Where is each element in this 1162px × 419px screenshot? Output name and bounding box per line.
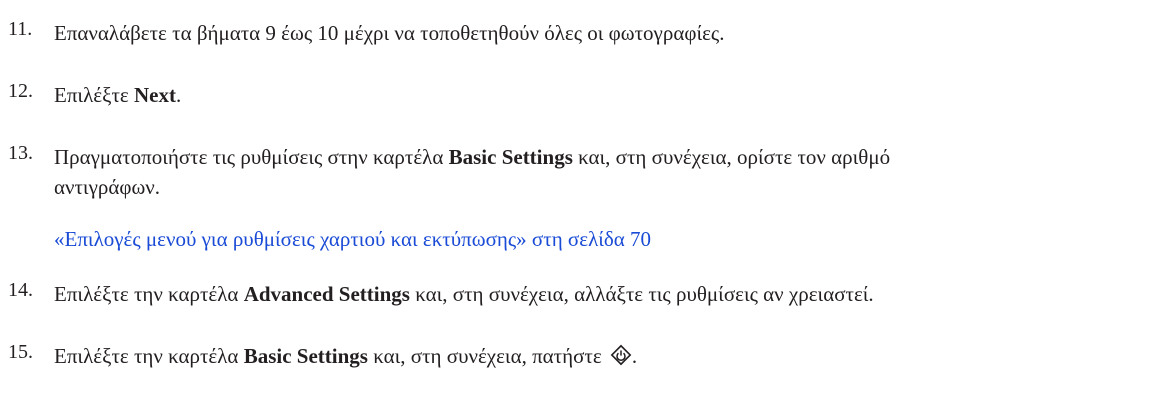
step-text-pre: Επιλέξτε την καρτέλα (54, 282, 244, 306)
step-text: Πραγματοποιήστε τις ρυθμίσεις στην καρτέ… (54, 142, 1160, 172)
step-text: Επαναλάβετε τα βήματα 9 έως 10 μέχρι να … (54, 21, 725, 45)
ui-term: Basic Settings (243, 344, 368, 368)
step-number: 15. (8, 341, 33, 363)
ui-term: Basic Settings (448, 145, 573, 169)
step-text-post: . (175, 83, 182, 107)
step-number: 11. (8, 18, 33, 40)
step-text-post: και, στη συνέχεια, αλλάξτε τις ρυθμίσεις… (409, 282, 874, 306)
step-text-post: και, στη συνέχεια, ορίστε τον αριθμό (572, 145, 891, 169)
step-text-line2: αντιγράφων. (54, 175, 161, 199)
cross-reference-link[interactable]: «Επιλογές μενού για ρυθμίσεις χαρτιού κα… (54, 224, 651, 254)
step-number: 14. (8, 279, 33, 301)
step-text: Επιλέξτε Next. (54, 80, 1160, 110)
ui-term: Advanced Settings (243, 282, 410, 306)
step-text: Επιλέξτε την καρτέλα Advanced Settings κ… (54, 279, 1160, 309)
step-text-post: και, στη συνέχεια, πατήστε (367, 344, 607, 368)
step-text-end: . (631, 344, 638, 368)
step-text-pre: Πραγματοποιήστε τις ρυθμίσεις στην καρτέ… (54, 145, 449, 169)
step-number: 12. (8, 80, 33, 102)
step-text-pre: Επιλέξτε (54, 83, 134, 107)
start-button-icon (610, 344, 632, 374)
step-number: 13. (8, 142, 33, 164)
step-text: Επιλέξτε την καρτέλα Basic Settings και,… (54, 341, 1160, 374)
ui-term: Next (133, 83, 176, 107)
step-text-pre: Επιλέξτε την καρτέλα (54, 344, 244, 368)
